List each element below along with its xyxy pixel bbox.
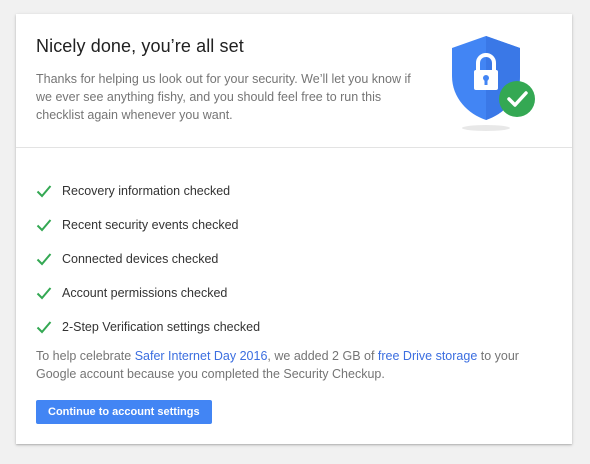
checkmark-icon bbox=[36, 185, 52, 198]
checklist-item-label: Recovery information checked bbox=[62, 184, 231, 198]
shield-lock-check-icon bbox=[452, 36, 535, 131]
checklist-item-label: Connected devices checked bbox=[62, 252, 219, 266]
safer-internet-day-link[interactable]: Safer Internet Day 2016 bbox=[135, 349, 268, 363]
promo-text-part: To help celebrate bbox=[36, 349, 135, 363]
checklist-item: Account permissions checked bbox=[36, 276, 260, 310]
free-drive-storage-link[interactable]: free Drive storage bbox=[378, 349, 477, 363]
promo-text: To help celebrate Safer Internet Day 201… bbox=[36, 347, 556, 383]
promo-text-part: , we added 2 GB of bbox=[267, 349, 378, 363]
checkmark-icon bbox=[36, 321, 52, 334]
checklist-item: Connected devices checked bbox=[36, 242, 260, 276]
checklist-item: Recent security events checked bbox=[36, 208, 260, 242]
checklist-item-label: Account permissions checked bbox=[62, 286, 228, 300]
checklist-item-label: Recent security events checked bbox=[62, 218, 239, 232]
checklist-item: Recovery information checked bbox=[36, 174, 260, 208]
checklist-item: 2-Step Verification settings checked bbox=[36, 310, 260, 344]
security-checkup-card: Nicely done, you’re all set Thanks for h… bbox=[16, 14, 572, 444]
continue-to-account-settings-button[interactable]: Continue to account settings bbox=[36, 400, 212, 424]
checklist-item-label: 2-Step Verification settings checked bbox=[62, 320, 261, 334]
checkup-checklist: Recovery information checked Recent secu… bbox=[36, 174, 260, 344]
intro-text: Thanks for helping us look out for your … bbox=[36, 72, 411, 122]
checkmark-icon bbox=[36, 287, 52, 300]
checkmark-icon bbox=[36, 253, 52, 266]
checkmark-icon bbox=[36, 219, 52, 232]
page-title: Nicely done, you’re all set bbox=[36, 36, 244, 56]
card-header: Nicely done, you’re all set Thanks for h… bbox=[16, 14, 572, 148]
